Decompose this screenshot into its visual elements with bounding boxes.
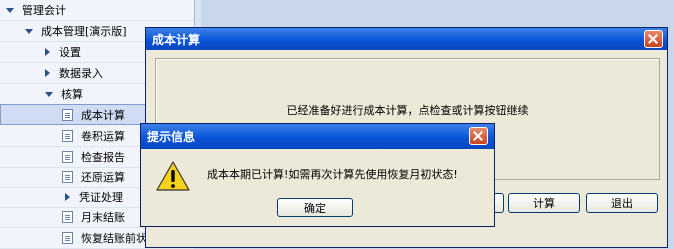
document-icon [62, 171, 73, 183]
document-icon [62, 108, 73, 121]
prompt-dialog: 提示信息 成本本期已计算!如需再次计算先使用恢复月初状态! 确定 [140, 123, 495, 227]
triangle-down-icon [6, 7, 14, 13]
tree-item-label: 设置 [59, 46, 81, 59]
prompt-title: 提示信息 [147, 130, 196, 144]
calculate-button[interactable]: 计算 [508, 193, 580, 213]
warning-icon [156, 161, 190, 191]
tree-item-label: 数据录入 [59, 67, 103, 80]
prompt-titlebar[interactable]: 提示信息 [141, 124, 494, 149]
ok-button[interactable]: 确定 [277, 198, 353, 217]
tree-item-label: 凭证处理 [79, 191, 123, 204]
document-icon [62, 211, 73, 223]
dialog-title: 成本计算 [152, 32, 201, 47]
tree-item-management-accounting[interactable]: 管理会计 [0, 0, 194, 21]
tree-item-label: 成本计算 [81, 108, 125, 122]
triangle-right-icon [65, 193, 70, 201]
document-icon [62, 232, 73, 244]
tree-item-label: 卷积运算 [81, 130, 125, 143]
prompt-message: 成本本期已计算!如需再次计算先使用恢复月初状态! [207, 168, 458, 181]
status-message: 已经准备好进行成本计算，点检查或计算按钮继续 [286, 104, 529, 117]
triangle-down-icon [45, 91, 53, 97]
dialog-titlebar[interactable]: 成本计算 [146, 28, 667, 50]
tree-item-label: 核算 [61, 88, 83, 101]
triangle-down-icon [25, 28, 33, 34]
close-icon[interactable] [644, 30, 663, 48]
tree-item-label: 成本管理[演示版] [41, 25, 127, 38]
triangle-right-icon [45, 48, 50, 56]
document-icon [62, 151, 73, 163]
tree-item-label: 检查报告 [81, 151, 125, 164]
tree-item-label: 还原运算 [81, 171, 125, 184]
exit-button[interactable]: 退出 [586, 193, 658, 213]
tree-item-label: 月末结账 [81, 211, 125, 224]
triangle-right-icon [45, 69, 50, 77]
tree-item-label: 管理会计 [22, 4, 66, 17]
document-icon [62, 130, 73, 142]
close-icon[interactable] [469, 127, 488, 145]
